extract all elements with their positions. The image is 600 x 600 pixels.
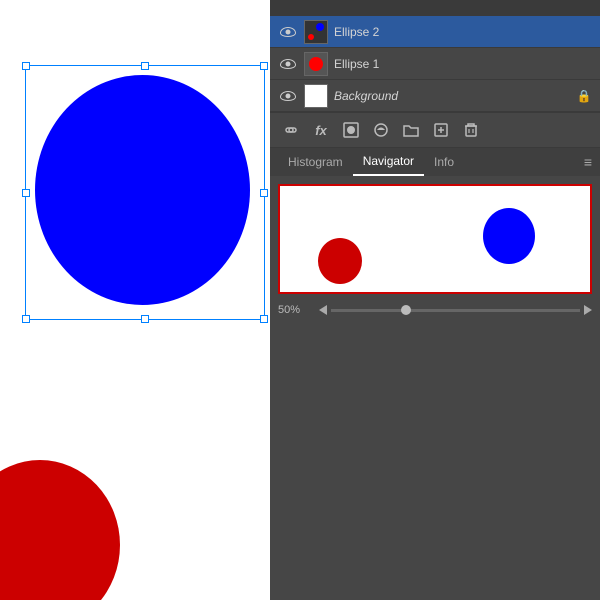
layer-name-ellipse2: Ellipse 2 bbox=[334, 25, 592, 39]
nav-red-circle bbox=[318, 238, 362, 284]
handle-bottom-right[interactable] bbox=[260, 315, 268, 323]
tab-navigator[interactable]: Navigator bbox=[353, 148, 424, 176]
panels-area: Ellipse 2 Ellipse 1 Background 🔒 bbox=[270, 0, 600, 600]
fx-icon[interactable]: fx bbox=[310, 119, 332, 141]
nav-blue-circle bbox=[483, 208, 535, 264]
handle-top-left[interactable] bbox=[22, 62, 30, 70]
handle-mid-right[interactable] bbox=[260, 189, 268, 197]
add-layer-icon[interactable] bbox=[430, 119, 452, 141]
zoom-slider[interactable] bbox=[331, 309, 580, 312]
top-bar bbox=[270, 0, 600, 16]
layers-panel: Ellipse 2 Ellipse 1 Background 🔒 bbox=[270, 16, 600, 112]
layers-toolbar: fx bbox=[270, 112, 600, 147]
eye-icon-background bbox=[280, 91, 296, 101]
handle-mid-left[interactable] bbox=[22, 189, 30, 197]
handle-bottom-left[interactable] bbox=[22, 315, 30, 323]
handle-bottom-mid[interactable] bbox=[141, 315, 149, 323]
visibility-ellipse2[interactable] bbox=[278, 22, 298, 42]
eye-icon-ellipse2 bbox=[280, 27, 296, 37]
tab-histogram[interactable]: Histogram bbox=[278, 148, 353, 176]
layer-row-background[interactable]: Background 🔒 bbox=[270, 80, 600, 112]
lock-unicode: 🔒 bbox=[577, 89, 592, 103]
thumb-red-dot bbox=[308, 34, 314, 40]
layer-row-ellipse2[interactable]: Ellipse 2 bbox=[270, 16, 600, 48]
bottom-panel: Histogram Navigator Info ≡ 50% bbox=[270, 147, 600, 326]
thumb-background bbox=[304, 84, 328, 108]
link-icon[interactable] bbox=[280, 119, 302, 141]
lock-icon: 🔒 bbox=[576, 88, 592, 104]
layer-name-background: Background bbox=[334, 89, 576, 103]
thumb-blue-dot bbox=[316, 23, 324, 31]
thumb-ellipse2 bbox=[304, 20, 328, 44]
tab-info[interactable]: Info bbox=[424, 148, 464, 176]
visibility-ellipse1[interactable] bbox=[278, 54, 298, 74]
navigator-preview bbox=[278, 184, 592, 294]
layer-name-ellipse1: Ellipse 1 bbox=[334, 57, 592, 71]
visibility-background[interactable] bbox=[278, 86, 298, 106]
blue-circle bbox=[35, 75, 250, 305]
layer-row-ellipse1[interactable]: Ellipse 1 bbox=[270, 48, 600, 80]
eye-icon-ellipse1 bbox=[280, 59, 296, 69]
blue-circle-selection bbox=[25, 65, 265, 320]
adjustment-icon[interactable] bbox=[370, 119, 392, 141]
folder-icon[interactable] bbox=[400, 119, 422, 141]
thumb-ellipse1 bbox=[304, 52, 328, 76]
red-circle bbox=[0, 460, 120, 600]
zoom-label: 50% bbox=[278, 304, 313, 316]
handle-top-right[interactable] bbox=[260, 62, 268, 70]
zoom-slider-container bbox=[319, 305, 592, 315]
navigator-content: 50% bbox=[270, 176, 600, 326]
tabs-row: Histogram Navigator Info ≡ bbox=[270, 148, 600, 176]
handle-top-mid[interactable] bbox=[141, 62, 149, 70]
mask-icon[interactable] bbox=[340, 119, 362, 141]
panel-menu-icon[interactable]: ≡ bbox=[584, 154, 592, 170]
delete-layer-icon[interactable] bbox=[460, 119, 482, 141]
zoom-in-button[interactable] bbox=[584, 305, 592, 315]
thumb-red-circle bbox=[309, 57, 323, 71]
canvas-area bbox=[0, 0, 270, 600]
zoom-out-button[interactable] bbox=[319, 305, 327, 315]
zoom-row: 50% bbox=[278, 302, 592, 318]
zoom-thumb[interactable] bbox=[401, 305, 411, 315]
